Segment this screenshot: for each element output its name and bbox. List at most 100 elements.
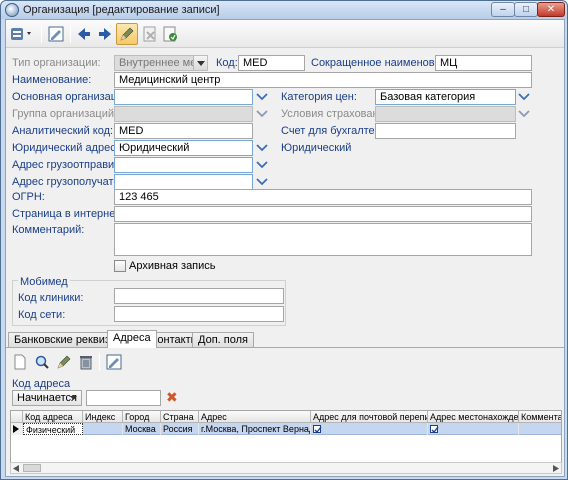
title-bar: Организация [редактирование записи] – □ …	[1, 1, 567, 19]
column-header[interactable]: Адрес местонахождения	[428, 411, 519, 423]
cell-postal-address[interactable]	[311, 423, 428, 435]
clear-filter-icon[interactable]: ✖	[166, 389, 178, 406]
row-pointer-icon	[11, 423, 23, 435]
cell-country[interactable]: Россия	[161, 423, 199, 435]
cell-address-code[interactable]: Физический	[23, 423, 83, 435]
maximize-button[interactable]: □	[514, 2, 538, 17]
cell-index[interactable]	[83, 423, 123, 435]
column-header[interactable]: Страна	[161, 411, 199, 423]
column-header[interactable]: Адрес для почтовой переписки	[311, 411, 428, 423]
name-field[interactable]: Медицинский центр	[114, 72, 532, 88]
legal-address-field[interactable]: Юридический	[114, 140, 253, 156]
minimize-button[interactable]: –	[491, 2, 515, 17]
name-label: Наименование:	[12, 74, 92, 86]
cell-comment[interactable]	[519, 423, 561, 435]
window-title: Организация [редактирование записи]	[23, 4, 220, 16]
cell-address[interactable]: г.Москва, Проспект Вернадского	[199, 423, 311, 435]
cancel-edit-icon[interactable]	[140, 24, 160, 44]
form-client-area: Тип организации: Внутреннее мед. уч Код:…	[5, 19, 565, 477]
check-icon[interactable]	[313, 425, 322, 433]
filter-value-input[interactable]	[86, 390, 161, 406]
column-header[interactable]: Комментарий	[519, 411, 561, 423]
table-row[interactable]: Физический Москва Россия г.Москва, Просп…	[11, 423, 561, 435]
analytic-code-field[interactable]: MED	[114, 123, 253, 139]
org-type-combobox[interactable]: Внутреннее мед. уч	[114, 55, 208, 71]
horizontal-scrollbar[interactable]	[10, 462, 562, 474]
toolbar-separator	[41, 25, 42, 43]
archive-label: Архивная запись	[129, 260, 216, 272]
save-close-icon[interactable]	[160, 24, 180, 44]
filter-mode-value: Начинается	[17, 392, 78, 404]
chevron-down-icon[interactable]	[256, 92, 268, 102]
scroll-left-icon[interactable]	[13, 465, 19, 472]
trash-icon[interactable]	[76, 352, 96, 372]
tab-extra-fields[interactable]: Доп. поля	[192, 332, 254, 347]
chevron-down-icon[interactable]	[518, 92, 530, 102]
column-header[interactable]: Адрес	[199, 411, 311, 423]
org-type-label: Тип организации:	[12, 57, 101, 69]
scrollbar-thumb[interactable]	[23, 464, 41, 472]
window: Организация [редактирование записи] – □ …	[0, 0, 568, 480]
chevron-down-icon[interactable]	[256, 143, 268, 153]
ogrn-label: ОГРН:	[12, 191, 45, 203]
price-category-field[interactable]: Базовая категория	[375, 89, 516, 105]
price-category-label: Категория цен:	[281, 91, 357, 103]
settings-menu-icon[interactable]	[9, 24, 37, 44]
short-name-field[interactable]: МЦ	[435, 55, 532, 71]
network-code-label: Код сети:	[18, 309, 66, 321]
ogrn-field[interactable]: 123 465	[114, 189, 532, 205]
check-icon[interactable]	[430, 425, 439, 433]
website-field[interactable]	[114, 206, 532, 222]
accounting-field[interactable]	[375, 123, 516, 139]
chevron-down-icon	[256, 110, 268, 118]
save-form-icon[interactable]	[46, 24, 66, 44]
filter-mode-select[interactable]: Начинается	[12, 390, 82, 406]
column-header[interactable]: Индекс	[83, 411, 123, 423]
search-icon[interactable]	[32, 352, 52, 372]
website-label: Страница в интернет:	[12, 208, 124, 220]
legal-address-side-text: Юридический	[281, 142, 352, 154]
clinic-code-field[interactable]	[114, 288, 284, 304]
shipper-address-field[interactable]	[114, 157, 253, 173]
tab-strip: Банковские реквизиты Адреса Контакты Доп…	[6, 330, 564, 348]
chevron-down-icon	[518, 110, 530, 118]
legal-address-label: Юридический адрес:	[12, 142, 119, 154]
column-header[interactable]: Город	[123, 411, 161, 423]
scroll-right-icon[interactable]	[553, 465, 559, 472]
arrow-left-icon[interactable]	[74, 24, 94, 44]
network-code-field[interactable]	[114, 306, 284, 322]
chevron-down-icon[interactable]	[256, 160, 268, 170]
org-group-field	[114, 106, 253, 122]
toolbar-separator	[99, 353, 100, 371]
pencil-edit-icon[interactable]	[54, 352, 74, 372]
code-field[interactable]: MED	[238, 55, 305, 71]
consignee-address-field[interactable]	[114, 174, 253, 190]
app-icon	[5, 3, 19, 17]
archive-checkbox[interactable]	[114, 260, 126, 272]
chevron-down-icon[interactable]	[256, 177, 268, 187]
row-indicator-header	[11, 411, 23, 423]
analytic-code-label: Аналитический код:	[12, 125, 114, 137]
chevron-down-icon	[70, 396, 77, 400]
cell-city[interactable]: Москва	[123, 423, 161, 435]
tab-addresses[interactable]: Адреса	[107, 330, 157, 348]
edit-document-icon[interactable]	[104, 352, 124, 372]
chevron-down-icon[interactable]	[193, 56, 207, 70]
addresses-tab-panel: Код адреса Начинается ✖ Код адреса Индек…	[6, 347, 564, 476]
toolbar-separator	[70, 25, 71, 43]
pencil-edit-icon[interactable]	[116, 23, 138, 45]
insurance-field	[375, 106, 516, 122]
close-button[interactable]: ✕	[537, 2, 565, 17]
filter-label: Код адреса	[12, 378, 71, 390]
comment-textarea[interactable]	[114, 223, 532, 256]
new-document-icon[interactable]	[10, 352, 30, 372]
cell-location-address[interactable]	[428, 423, 519, 435]
mobimed-group-title: Мобимед	[18, 276, 70, 288]
arrow-right-icon[interactable]	[95, 24, 115, 44]
main-toolbar	[6, 20, 564, 48]
comment-label: Комментарий:	[12, 224, 85, 236]
main-org-field[interactable]	[114, 89, 253, 105]
code-label: Код:	[216, 57, 238, 69]
clinic-code-label: Код клиники:	[18, 292, 84, 304]
column-header[interactable]: Код адреса	[23, 411, 83, 423]
